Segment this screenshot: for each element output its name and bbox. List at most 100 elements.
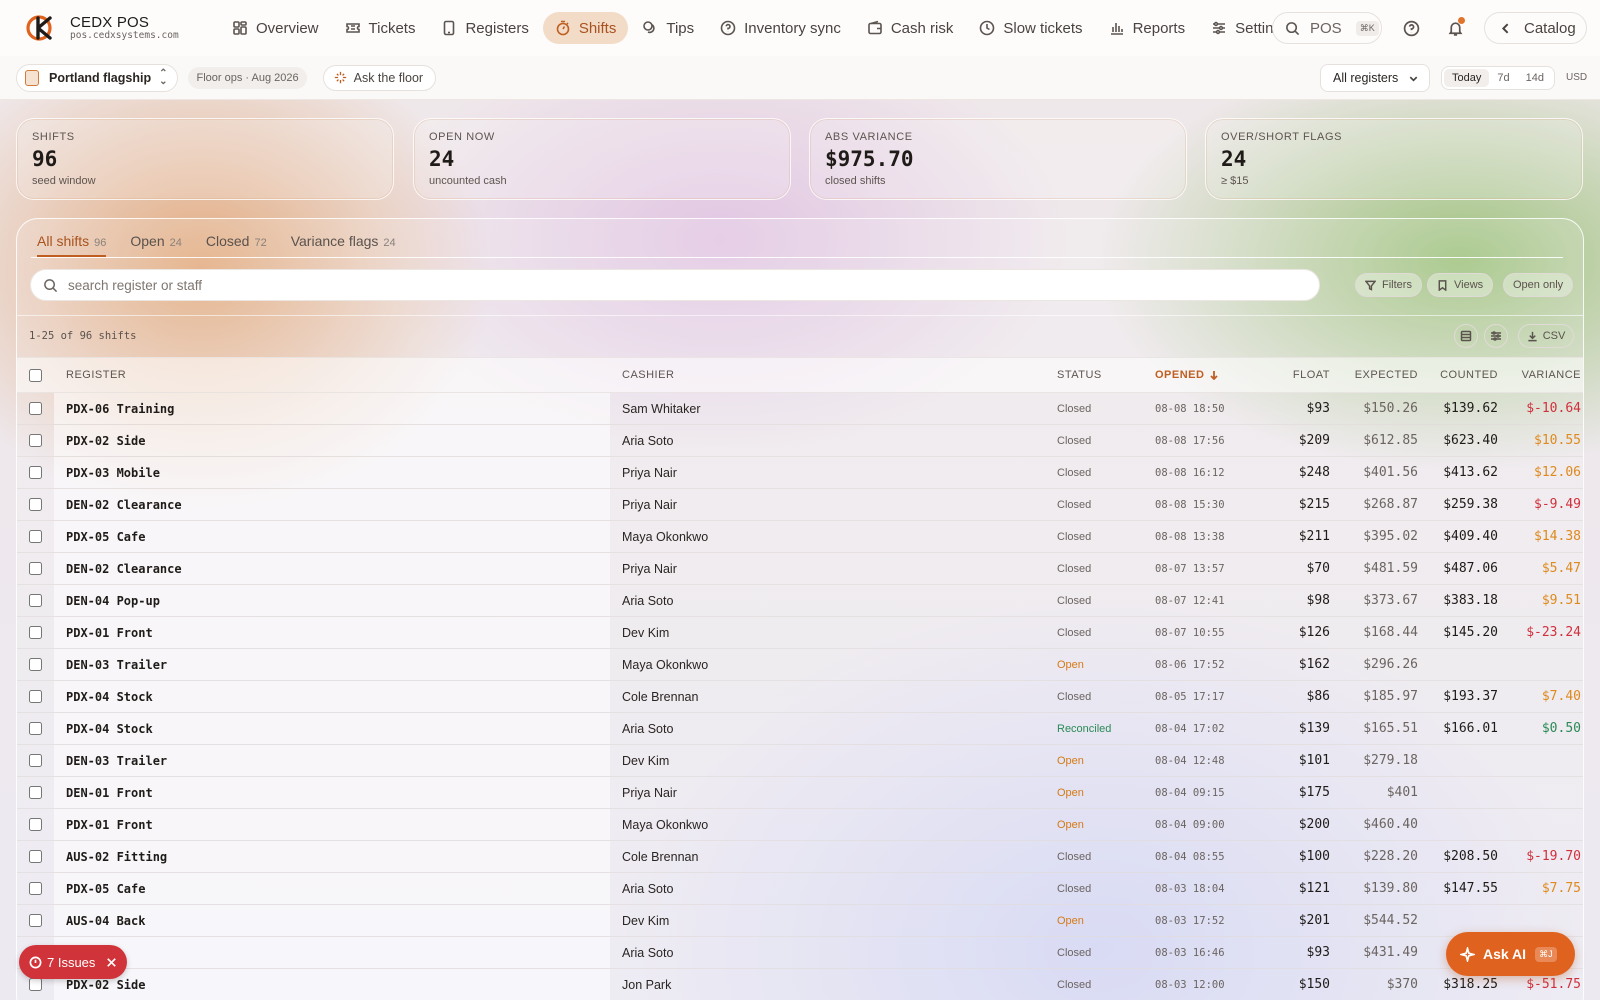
nav-item-tips[interactable]: Tips bbox=[630, 12, 706, 44]
table-row[interactable]: DEN-02 Clearance Priya Nair Closed 08-07 13… bbox=[17, 553, 1583, 585]
export-csv-button[interactable]: CSV bbox=[1518, 324, 1574, 348]
column-header-variance[interactable]: VARIANCE bbox=[1498, 369, 1581, 381]
register-cell[interactable]: DEN-04 Pop-up bbox=[54, 594, 610, 608]
range-14d[interactable]: 14d bbox=[1518, 69, 1552, 87]
row-checkbox[interactable] bbox=[29, 594, 42, 607]
row-checkbox[interactable] bbox=[29, 434, 42, 447]
table-row[interactable]: AUS-02 Fitting Cole Brennan Closed 08-04 08… bbox=[17, 841, 1583, 873]
column-header-cashier[interactable]: CASHIER bbox=[610, 369, 1057, 381]
row-checkbox[interactable] bbox=[29, 786, 42, 799]
column-header-counted[interactable]: COUNTED bbox=[1418, 369, 1498, 381]
row-checkbox[interactable] bbox=[29, 818, 42, 831]
register-cell[interactable]: DEN-01 Front bbox=[54, 786, 610, 800]
column-header-expected[interactable]: EXPECTED bbox=[1330, 369, 1418, 381]
tab-all-shifts[interactable]: All shifts 96 bbox=[37, 219, 107, 257]
help-button[interactable] bbox=[1397, 14, 1425, 42]
row-checkbox[interactable] bbox=[29, 402, 42, 415]
table-row[interactable]: ront Aria Soto Closed 08-03 16:46 $93 $431.49… bbox=[17, 937, 1583, 969]
column-header-register[interactable]: REGISTER bbox=[54, 369, 610, 381]
table-row[interactable]: AUS-04 Back Dev Kim Open 08-03 17:52 $201 $54… bbox=[17, 905, 1583, 937]
nav-item-slow-tickets[interactable]: Slow tickets bbox=[967, 12, 1094, 44]
register-cell[interactable]: PDX-04 Stock bbox=[54, 690, 610, 704]
table-row[interactable]: PDX-05 Cafe Aria Soto Closed 08-03 18:04 $12… bbox=[17, 873, 1583, 905]
nav-item-tickets[interactable]: Tickets bbox=[333, 12, 428, 44]
row-checkbox[interactable] bbox=[29, 754, 42, 767]
table-row[interactable]: PDX-04 Stock Aria Soto Reconciled 08-04 17:… bbox=[17, 713, 1583, 745]
column-header-float[interactable]: FLOAT bbox=[1270, 369, 1330, 381]
views-button[interactable]: Views bbox=[1427, 273, 1494, 297]
row-checkbox[interactable] bbox=[29, 466, 42, 479]
register-cell[interactable]: AUS-04 Back bbox=[54, 914, 610, 928]
range-today[interactable]: Today bbox=[1444, 69, 1490, 87]
table-row[interactable]: DEN-01 Front Priya Nair Open 08-04 09:15 $17… bbox=[17, 777, 1583, 809]
column-header-status[interactable]: STATUS bbox=[1057, 369, 1155, 381]
table-row[interactable]: DEN-02 Clearance Priya Nair Closed 08-08 15… bbox=[17, 489, 1583, 521]
ask-the-floor-button[interactable]: Ask the floor bbox=[322, 64, 437, 91]
row-checkbox[interactable] bbox=[29, 882, 42, 895]
select-all-checkbox[interactable] bbox=[29, 368, 42, 382]
density-button[interactable] bbox=[1454, 324, 1478, 348]
register-cell[interactable]: PDX-04 Stock bbox=[54, 722, 610, 736]
table-row[interactable]: PDX-05 Cafe Maya Okonkwo Closed 08-08 13:38… bbox=[17, 521, 1583, 553]
table-row[interactable]: PDX-03 Mobile Priya Nair Closed 08-08 16:12… bbox=[17, 457, 1583, 489]
register-cell[interactable]: PDX-05 Cafe bbox=[54, 882, 610, 896]
notifications-button[interactable] bbox=[1441, 14, 1469, 42]
close-icon[interactable] bbox=[105, 956, 118, 969]
range-7d[interactable]: 7d bbox=[1489, 69, 1517, 87]
shift-search-input[interactable] bbox=[68, 277, 1268, 293]
brand[interactable]: CEDX POS pos.cedxsystems.com bbox=[26, 13, 206, 43]
row-checkbox[interactable] bbox=[29, 658, 42, 671]
register-cell[interactable]: ront bbox=[54, 946, 610, 960]
row-checkbox[interactable] bbox=[29, 626, 42, 639]
row-checkbox[interactable] bbox=[29, 914, 42, 927]
columns-button[interactable] bbox=[1484, 324, 1508, 348]
nav-item-cash-risk[interactable]: Cash risk bbox=[855, 12, 966, 44]
register-cell[interactable]: PDX-01 Front bbox=[54, 818, 610, 832]
register-cell[interactable]: PDX-06 Training bbox=[54, 402, 610, 416]
nav-item-shifts[interactable]: Shifts bbox=[542, 12, 629, 44]
register-cell[interactable]: DEN-02 Clearance bbox=[54, 562, 610, 576]
register-filter-select[interactable]: All registers bbox=[1320, 64, 1430, 92]
tab-variance-flags[interactable]: Variance flags 24 bbox=[291, 219, 396, 257]
register-cell[interactable]: PDX-03 Mobile bbox=[54, 466, 610, 480]
register-cell[interactable]: PDX-05 Cafe bbox=[54, 530, 610, 544]
table-row[interactable]: PDX-04 Stock Cole Brennan Closed 08-05 17:1… bbox=[17, 681, 1583, 713]
row-checkbox[interactable] bbox=[29, 562, 42, 575]
register-cell[interactable]: DEN-03 Trailer bbox=[54, 754, 610, 768]
table-row[interactable]: PDX-01 Front Maya Okonkwo Open 08-04 09:00 $… bbox=[17, 809, 1583, 841]
register-cell[interactable]: AUS-02 Fitting bbox=[54, 850, 610, 864]
column-header-opened[interactable]: OPENED bbox=[1155, 369, 1270, 381]
row-checkbox[interactable] bbox=[29, 530, 42, 543]
catalog-button[interactable]: Catalog bbox=[1484, 12, 1587, 44]
register-cell[interactable]: DEN-02 Clearance bbox=[54, 498, 610, 512]
row-checkbox[interactable] bbox=[29, 498, 42, 511]
table-row[interactable]: DEN-03 Trailer Maya Okonkwo Open 08-06 17:5… bbox=[17, 649, 1583, 681]
table-row[interactable]: DEN-04 Pop-up Aria Soto Closed 08-07 12:41 $… bbox=[17, 585, 1583, 617]
location-switcher[interactable]: Portland flagship ⌃ ⌄ bbox=[16, 63, 179, 92]
register-cell[interactable]: PDX-01 Front bbox=[54, 626, 610, 640]
tab-closed[interactable]: Closed 72 bbox=[206, 219, 267, 257]
table-row[interactable]: DEN-03 Trailer Dev Kim Open 08-04 12:48 $101… bbox=[17, 745, 1583, 777]
ask-ai-button[interactable]: Ask AI ⌘J bbox=[1446, 932, 1575, 976]
table-row[interactable]: PDX-06 Training Sam Whitaker Closed 08-08 1… bbox=[17, 393, 1583, 425]
tab-open[interactable]: Open 24 bbox=[130, 219, 182, 257]
table-row[interactable]: PDX-01 Front Dev Kim Closed 08-07 10:55 $126… bbox=[17, 617, 1583, 649]
register-cell[interactable]: PDX-02 Side bbox=[54, 978, 610, 992]
nav-item-inventory-sync[interactable]: Inventory sync bbox=[708, 12, 853, 44]
issues-button[interactable]: 7 Issues bbox=[19, 945, 127, 979]
nav-item-overview[interactable]: Overview bbox=[220, 12, 331, 44]
global-search-button[interactable]: POS ⌘K bbox=[1272, 12, 1382, 44]
table-row[interactable]: PDX-02 Side Aria Soto Closed 08-08 17:56 $20… bbox=[17, 425, 1583, 457]
row-checkbox[interactable] bbox=[29, 850, 42, 863]
table-row[interactable]: PDX-02 Side Jon Park Closed 08-03 12:00 $150… bbox=[17, 969, 1583, 1000]
row-checkbox[interactable] bbox=[29, 722, 42, 735]
expected-cell: $481.59 bbox=[1363, 561, 1418, 576]
register-cell[interactable]: DEN-03 Trailer bbox=[54, 658, 610, 672]
nav-item-reports[interactable]: Reports bbox=[1097, 12, 1198, 44]
open-only-toggle[interactable]: Open only bbox=[1503, 273, 1574, 297]
row-checkbox[interactable] bbox=[29, 690, 42, 703]
row-checkbox[interactable] bbox=[29, 978, 42, 991]
register-cell[interactable]: PDX-02 Side bbox=[54, 434, 610, 448]
nav-item-registers[interactable]: Registers bbox=[429, 12, 540, 44]
filters-button[interactable]: Filters bbox=[1355, 273, 1422, 297]
